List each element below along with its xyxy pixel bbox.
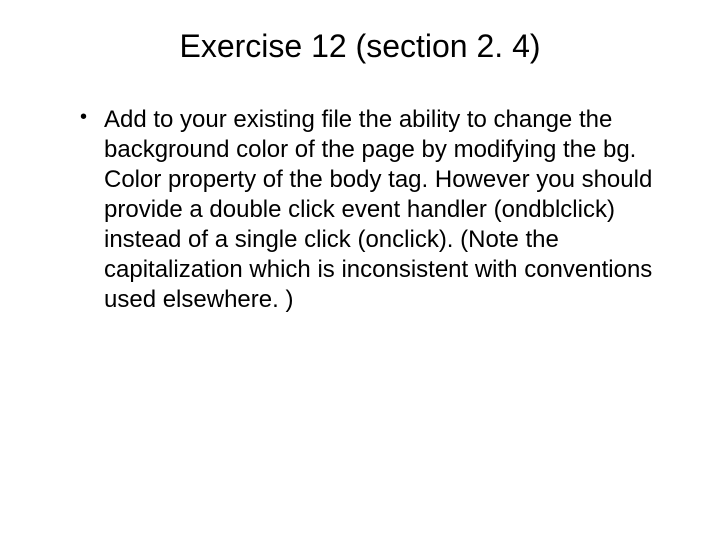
list-item: Add to your existing file the ability to… <box>80 105 670 315</box>
bullet-list: Add to your existing file the ability to… <box>50 105 670 315</box>
slide-title: Exercise 12 (section 2. 4) <box>50 28 670 65</box>
